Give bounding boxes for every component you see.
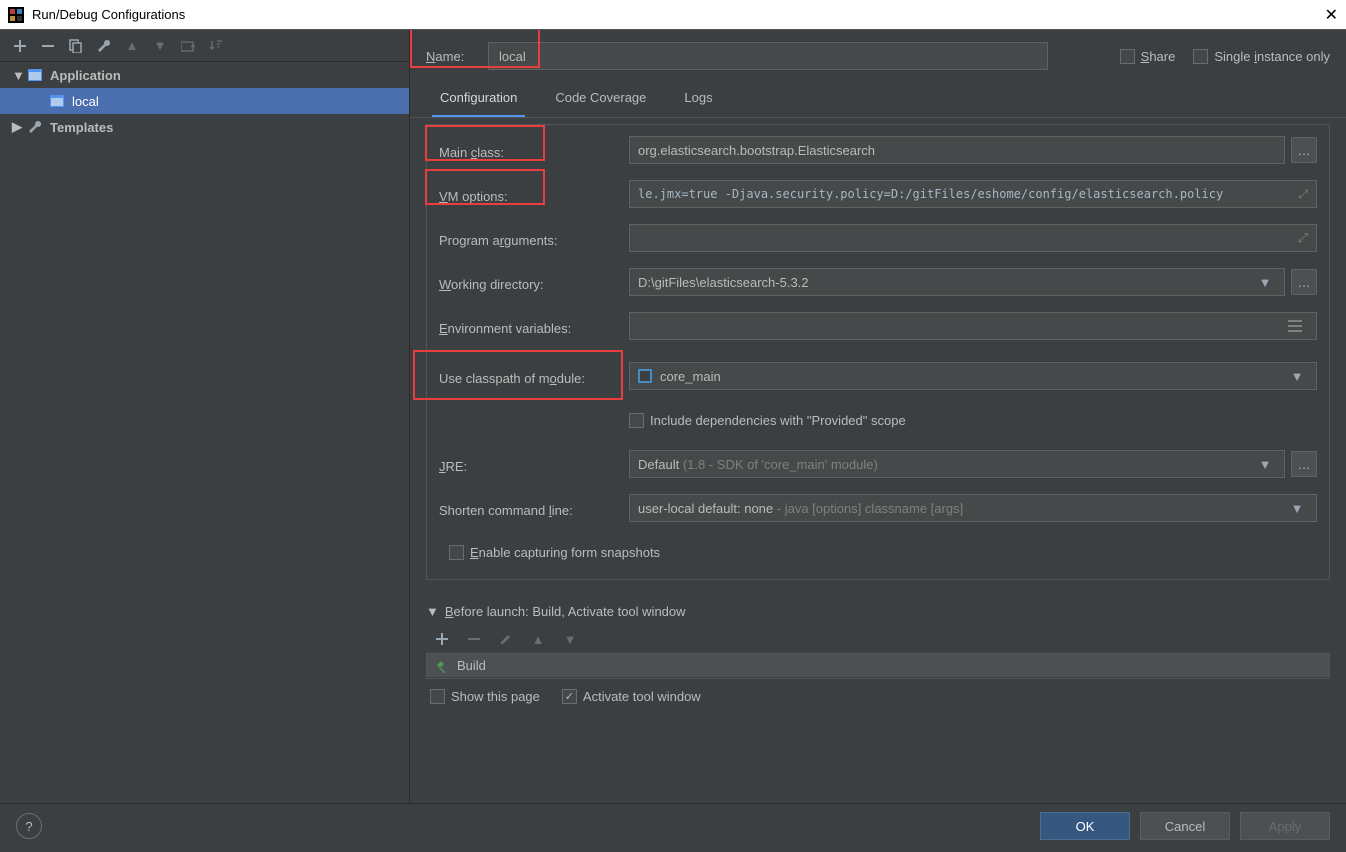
jre-select[interactable]: Default (1.8 - SDK of 'core_main' module…: [629, 450, 1285, 478]
chevron-down-icon[interactable]: ▼: [1254, 275, 1276, 290]
shorten-cmd-label: Shorten command line:: [439, 499, 629, 518]
program-args-label: Program arguments:: [439, 229, 629, 248]
shorten-cmd-select[interactable]: user-local default: none - java [options…: [629, 494, 1317, 522]
classpath-select[interactable]: core_main ▼: [629, 362, 1317, 390]
app-icon: [8, 7, 24, 23]
jre-label: JRE:: [439, 455, 629, 474]
folder-save-icon[interactable]: [178, 36, 198, 56]
name-input[interactable]: [488, 42, 1048, 70]
before-launch-header[interactable]: ▼ Before launch: Build, Activate tool wi…: [426, 604, 1330, 619]
wrench-icon[interactable]: [94, 36, 114, 56]
chevron-down-icon: ▼: [12, 70, 22, 80]
vm-options-input[interactable]: le.jmx=true -Djava.security.policy=D:/gi…: [629, 180, 1317, 208]
up-icon[interactable]: ▲: [528, 629, 548, 649]
up-icon[interactable]: ▲: [122, 36, 142, 56]
tree-templates-label: Templates: [50, 120, 113, 135]
activate-tool-window-checkbox[interactable]: Activate tool window: [562, 689, 701, 704]
hammer-icon: [435, 659, 449, 673]
left-panel: ▲ ▼ ▼ Application local ▶ Templates: [0, 30, 410, 803]
show-this-page-checkbox[interactable]: Show this page: [430, 689, 540, 704]
name-label: Name:: [426, 49, 476, 64]
before-launch-toolbar: ▲ ▼: [426, 625, 1330, 653]
ok-button[interactable]: OK: [1040, 812, 1130, 840]
list-icon[interactable]: [1288, 320, 1308, 332]
classpath-label: Use classpath of module:: [439, 367, 629, 386]
close-icon[interactable]: ✕: [1325, 5, 1338, 25]
down-icon[interactable]: ▼: [150, 36, 170, 56]
footer: ? OK Cancel Apply: [0, 803, 1346, 852]
add-icon[interactable]: [10, 36, 30, 56]
application-icon: [50, 93, 66, 109]
right-panel: Name: Share Single instance only Configu…: [410, 30, 1346, 803]
tree-templates[interactable]: ▶ Templates: [0, 114, 409, 140]
sort-icon[interactable]: [206, 36, 226, 56]
browse-main-class-button[interactable]: …: [1291, 137, 1317, 163]
working-dir-label: Working directory:: [439, 273, 629, 292]
tree-application[interactable]: ▼ Application: [0, 62, 409, 88]
tree-application-label: Application: [50, 68, 121, 83]
chevron-down-icon[interactable]: ▼: [1254, 457, 1276, 472]
share-checkbox[interactable]: Share: [1120, 49, 1176, 64]
config-tree: ▼ Application local ▶ Templates: [0, 62, 409, 803]
wrench-icon: [28, 119, 44, 135]
title-bar: Run/Debug Configurations ✕: [0, 0, 1346, 30]
env-vars-label: Environment variables:: [439, 317, 629, 336]
application-icon: [28, 67, 44, 83]
single-instance-checkbox[interactable]: Single instance only: [1193, 49, 1330, 64]
copy-icon[interactable]: [66, 36, 86, 56]
main-class-label: Main class:: [439, 141, 629, 160]
main-class-input[interactable]: [629, 136, 1285, 164]
env-vars-input[interactable]: [629, 312, 1317, 340]
program-args-input[interactable]: ⤢: [629, 224, 1317, 252]
include-provided-checkbox[interactable]: Include dependencies with "Provided" sco…: [629, 413, 906, 428]
down-icon[interactable]: ▼: [560, 629, 580, 649]
tree-local-label: local: [72, 94, 99, 109]
apply-button[interactable]: Apply: [1240, 812, 1330, 840]
help-button[interactable]: ?: [16, 813, 42, 839]
before-launch-item-build[interactable]: Build: [427, 654, 1329, 677]
chevron-down-icon[interactable]: ▼: [1286, 501, 1308, 516]
vm-options-label: VM options:: [439, 185, 629, 204]
working-dir-input[interactable]: D:\gitFiles\elasticsearch-5.3.2 ▼: [629, 268, 1285, 296]
cancel-button[interactable]: Cancel: [1140, 812, 1230, 840]
tab-code-coverage[interactable]: Code Coverage: [547, 84, 654, 117]
chevron-down-icon: ▼: [426, 604, 439, 619]
module-icon: [638, 369, 652, 383]
expand-icon[interactable]: ⤢: [1288, 230, 1308, 246]
edit-icon[interactable]: [496, 629, 516, 649]
tab-logs[interactable]: Logs: [676, 84, 720, 117]
tab-configuration[interactable]: Configuration: [432, 84, 525, 117]
remove-icon[interactable]: [38, 36, 58, 56]
tree-toolbar: ▲ ▼: [0, 30, 409, 62]
expand-icon[interactable]: ⤢: [1288, 187, 1308, 202]
add-icon[interactable]: [432, 629, 452, 649]
before-launch-list: Build: [426, 653, 1330, 679]
tabs: Configuration Code Coverage Logs: [410, 78, 1346, 118]
chevron-right-icon: ▶: [12, 122, 22, 132]
remove-icon[interactable]: [464, 629, 484, 649]
browse-working-dir-button[interactable]: …: [1291, 269, 1317, 295]
enable-snapshots-checkbox[interactable]: Enable capturing form snapshots: [449, 545, 660, 560]
window-title: Run/Debug Configurations: [32, 7, 1325, 22]
chevron-down-icon[interactable]: ▼: [1286, 369, 1308, 384]
tree-local[interactable]: local: [0, 88, 409, 114]
browse-jre-button[interactable]: …: [1291, 451, 1317, 477]
